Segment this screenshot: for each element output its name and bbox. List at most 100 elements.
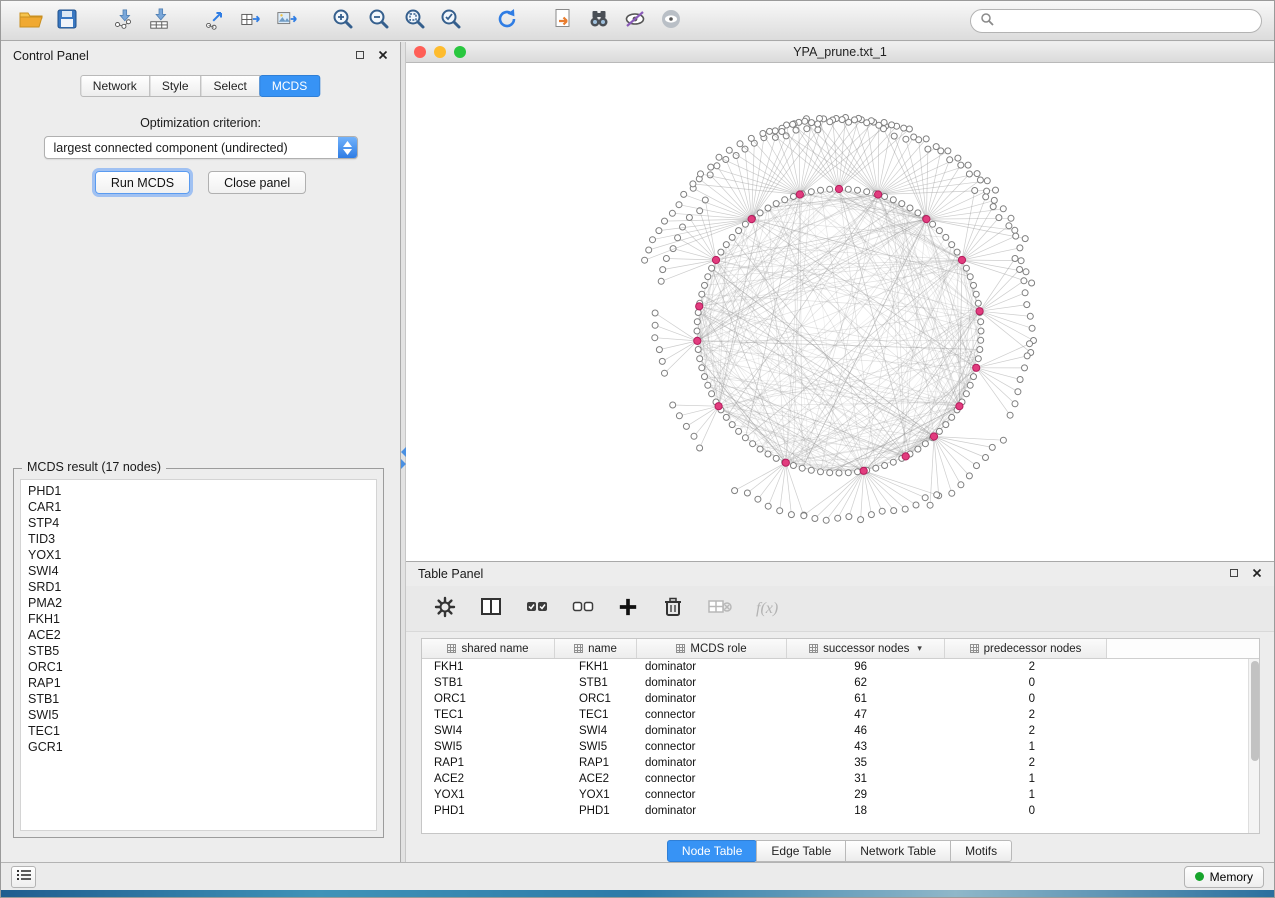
mcds-result-item[interactable]: YOX1 — [21, 547, 376, 563]
save-session-button[interactable] — [49, 5, 85, 37]
table-scrollbar[interactable] — [1248, 659, 1259, 833]
column-header-shared-name[interactable]: shared name — [422, 639, 555, 658]
close-panel-icon[interactable] — [1252, 567, 1262, 581]
table-body: FKH1FKH1dominator962STB1STB1dominator620… — [422, 659, 1259, 819]
show-columns-button[interactable] — [480, 596, 502, 621]
mcds-result-item[interactable]: STB5 — [21, 643, 376, 659]
table-row[interactable]: SWI5SWI5connector431 — [422, 739, 1259, 755]
table-cell: connector — [637, 789, 787, 801]
bottom-tab-node-table[interactable]: Node Table — [667, 840, 758, 862]
close-panel-icon[interactable] — [378, 49, 388, 63]
tab-style[interactable]: Style — [149, 75, 202, 97]
window-zoom-icon[interactable] — [454, 46, 466, 58]
birds-eye-button[interactable] — [653, 5, 689, 37]
create-column-button[interactable] — [618, 597, 638, 620]
tab-select[interactable]: Select — [201, 75, 260, 97]
table-row[interactable]: TEC1TEC1connector472 — [422, 707, 1259, 723]
table-cell: 0 — [945, 693, 1107, 705]
bottom-tab-edge-table[interactable]: Edge Table — [756, 840, 846, 862]
table-cell: 96 — [787, 661, 945, 673]
column-header-MCDS-role[interactable]: MCDS role — [637, 639, 787, 658]
mcds-result-item[interactable]: SWI4 — [21, 563, 376, 579]
float-panel-icon[interactable] — [355, 49, 365, 63]
scrollbar-thumb[interactable] — [1251, 661, 1259, 761]
window-close-icon[interactable] — [414, 46, 426, 58]
table-row[interactable]: PHD1PHD1dominator180 — [422, 803, 1259, 819]
mcds-result-item[interactable]: STB1 — [21, 691, 376, 707]
deselect-all-rows-button[interactable] — [572, 599, 594, 618]
select-all-rows-button[interactable] — [526, 599, 548, 618]
function-builder-button[interactable]: f(x) — [756, 600, 778, 618]
bottom-tab-network-table[interactable]: Network Table — [845, 840, 951, 862]
table-cell: RAP1 — [422, 757, 555, 769]
search-box[interactable] — [970, 9, 1262, 33]
open-session-button[interactable] — [13, 5, 49, 37]
table-cell: SWI4 — [555, 725, 637, 737]
table-row[interactable]: YOX1YOX1connector291 — [422, 787, 1259, 803]
optimization-criterion-select[interactable]: largest connected component (undirected) — [44, 136, 358, 159]
table-row[interactable]: FKH1FKH1dominator962 — [422, 659, 1259, 675]
mcds-result-item[interactable]: SRD1 — [21, 579, 376, 595]
memory-button[interactable]: Memory — [1184, 866, 1264, 888]
column-header-predecessor-nodes[interactable]: predecessor nodes — [945, 639, 1107, 658]
export-network-button[interactable] — [197, 5, 233, 37]
zoom-in-button[interactable] — [325, 5, 361, 37]
import-network-button[interactable] — [105, 5, 141, 37]
table-cell: dominator — [637, 693, 787, 705]
network-canvas-svg[interactable] — [406, 63, 1274, 561]
network-canvas[interactable] — [406, 63, 1274, 561]
mcds-result-item[interactable]: ACE2 — [21, 627, 376, 643]
delete-table-button[interactable] — [708, 598, 732, 619]
float-panel-icon[interactable] — [1229, 567, 1239, 581]
find-button[interactable] — [581, 5, 617, 37]
bottom-tab-motifs[interactable]: Motifs — [950, 840, 1012, 862]
column-header-label: name — [588, 643, 617, 655]
table-cell: 31 — [787, 773, 945, 785]
export-table-button[interactable] — [233, 5, 269, 37]
table-row[interactable]: STB1STB1dominator620 — [422, 675, 1259, 691]
search-input[interactable] — [1000, 14, 1252, 28]
zoom-selected-button[interactable] — [433, 5, 469, 37]
mcds-result-item[interactable]: SWI5 — [21, 707, 376, 723]
table-settings-button[interactable] — [434, 596, 456, 621]
column-header-name[interactable]: name — [555, 639, 637, 658]
sort-arrow-icon[interactable]: ▾ — [917, 643, 922, 654]
mcds-result-item[interactable]: TID3 — [21, 531, 376, 547]
column-header-successor-nodes[interactable]: successor nodes▾ — [787, 639, 945, 658]
table-row[interactable]: ORC1ORC1dominator610 — [422, 691, 1259, 707]
column-grid-icon — [447, 644, 456, 653]
zoom-out-button[interactable] — [361, 5, 397, 37]
delete-column-button[interactable] — [662, 596, 684, 621]
mcds-result-item[interactable]: PHD1 — [21, 483, 376, 499]
mcds-result-item[interactable]: RAP1 — [21, 675, 376, 691]
table-cell: 47 — [787, 709, 945, 721]
share-network-button[interactable] — [545, 5, 581, 37]
table-row[interactable]: SWI4SWI4dominator462 — [422, 723, 1259, 739]
mcds-result-item[interactable]: FKH1 — [21, 611, 376, 627]
table-row[interactable]: ACE2ACE2connector311 — [422, 771, 1259, 787]
tab-network[interactable]: Network — [80, 75, 150, 97]
close-panel-button[interactable]: Close panel — [208, 171, 306, 194]
mcds-result-item[interactable]: TEC1 — [21, 723, 376, 739]
table-cell: connector — [637, 773, 787, 785]
window-minimize-icon[interactable] — [434, 46, 446, 58]
hide-details-button[interactable] — [617, 5, 653, 37]
mcds-result-item[interactable]: ORC1 — [21, 659, 376, 675]
mcds-result-item[interactable]: CAR1 — [21, 499, 376, 515]
network-view-titlebar: YPA_prune.txt_1 — [406, 42, 1274, 63]
combo-stepper-icon — [338, 137, 357, 158]
main-toolbar — [1, 1, 1274, 41]
mcds-result-list[interactable]: PHD1CAR1STP4TID3YOX1SWI4SRD1PMA2FKH1ACE2… — [20, 479, 377, 831]
export-image-button[interactable] — [269, 5, 305, 37]
refresh-layout-button[interactable] — [489, 5, 525, 37]
column-grid-icon — [970, 644, 979, 653]
tab-mcds[interactable]: MCDS — [259, 75, 320, 97]
mcds-result-item[interactable]: STP4 — [21, 515, 376, 531]
mcds-result-item[interactable]: GCR1 — [21, 739, 376, 755]
table-row[interactable]: RAP1RAP1dominator352 — [422, 755, 1259, 771]
import-table-button[interactable] — [141, 5, 177, 37]
mcds-result-item[interactable]: PMA2 — [21, 595, 376, 611]
run-mcds-button[interactable]: Run MCDS — [95, 171, 190, 194]
zoom-fit-button[interactable] — [397, 5, 433, 37]
show-panels-button[interactable] — [11, 866, 36, 888]
